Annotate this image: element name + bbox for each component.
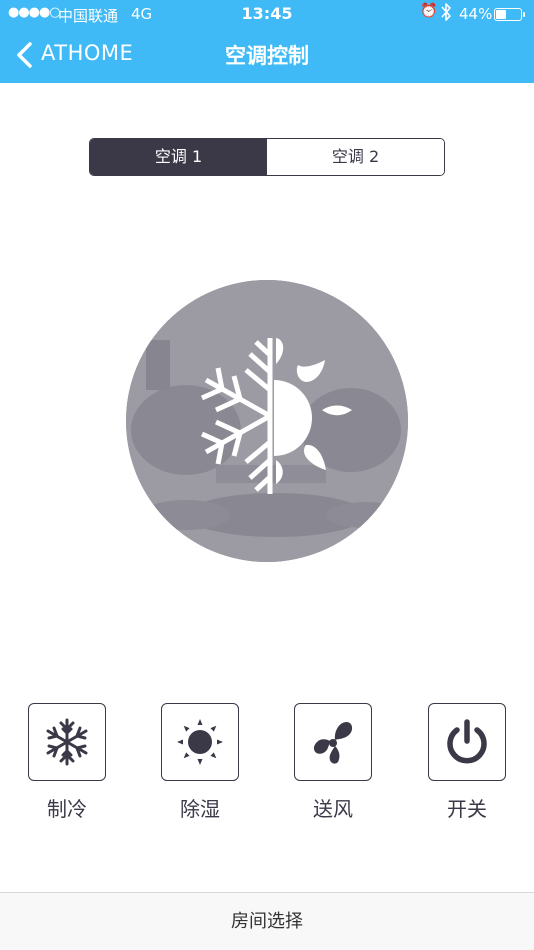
dehumidify-button[interactable]: [161, 703, 239, 781]
snowflake-icon: [46, 718, 88, 766]
room-select-button[interactable]: 房间选择: [0, 892, 534, 950]
power-icon: [447, 719, 487, 764]
clock: 13:45: [241, 4, 293, 23]
tab-ac-2[interactable]: 空调 2: [267, 139, 444, 175]
app-header: ●●●●○ 中国联通 4G 13:45 ⏰ 44% ATHOME 空调控制: [0, 0, 534, 83]
power-button[interactable]: [428, 703, 506, 781]
mode-cool: 制冷: [28, 703, 108, 822]
page-title: 空调控制: [225, 44, 309, 68]
fan-label: 送风: [313, 797, 353, 821]
bluetooth-icon: [440, 2, 452, 26]
battery-percent: 44%: [459, 5, 493, 23]
dehumidify-label: 除湿: [180, 797, 220, 821]
mode-buttons: 制冷 除湿 送风 开关: [0, 703, 534, 823]
nav-bar: ATHOME 空调控制: [0, 28, 534, 83]
mode-power: 开关: [428, 703, 508, 822]
fan-icon: [313, 722, 353, 764]
sun-icon: [177, 719, 223, 765]
snowflake-sun-icon: [126, 280, 408, 562]
status-bar: ●●●●○ 中国联通 4G 13:45 ⏰ 44%: [0, 0, 534, 28]
mode-dehumidify: 除湿: [161, 703, 241, 822]
fan-button[interactable]: [294, 703, 372, 781]
cool-label: 制冷: [47, 797, 87, 821]
battery-icon: [494, 8, 525, 21]
tab-ac-1[interactable]: 空调 1: [90, 139, 267, 175]
mode-hero-image: [126, 280, 408, 562]
ac-unit-selector: 空调 1 空调 2: [89, 138, 445, 176]
power-label: 开关: [447, 797, 487, 821]
alarm-clock-icon: ⏰: [420, 3, 438, 19]
mode-fan: 送风: [294, 703, 374, 822]
cool-button[interactable]: [28, 703, 106, 781]
